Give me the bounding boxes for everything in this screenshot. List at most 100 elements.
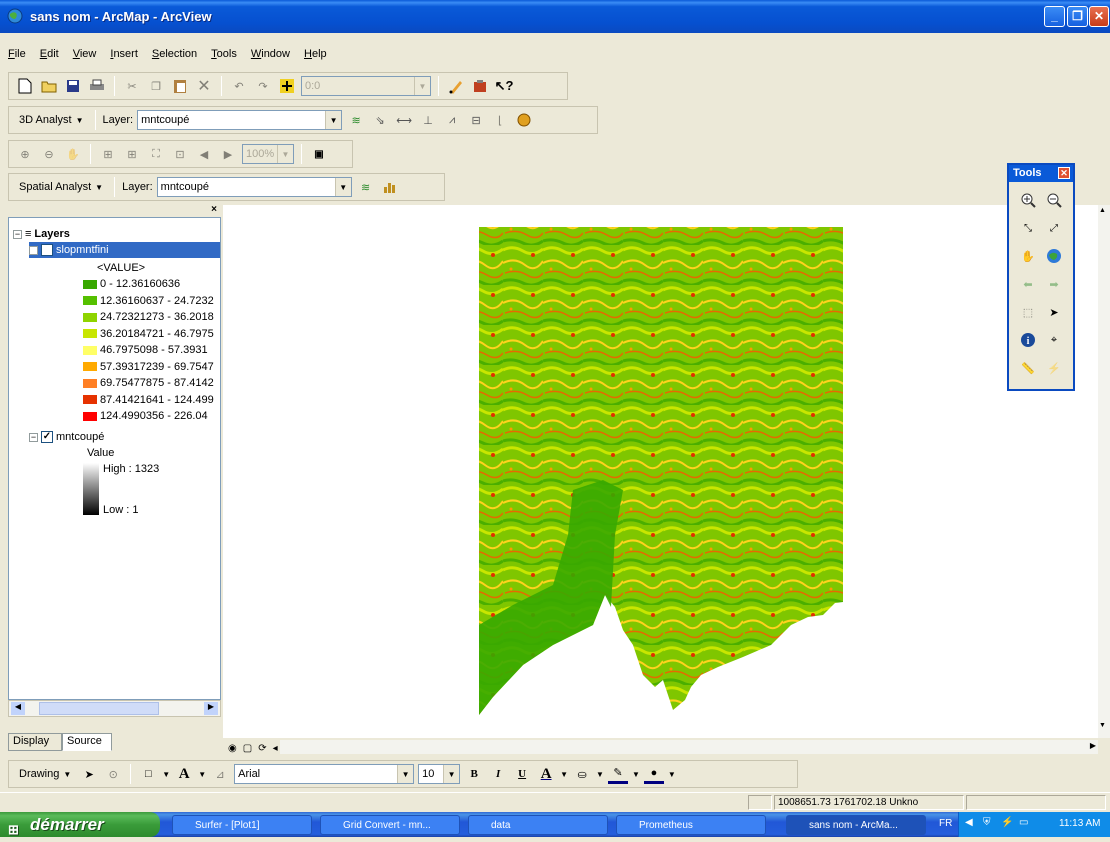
select-pointer-icon[interactable]: ➤ — [79, 764, 99, 784]
minimize-button[interactable]: _ — [1044, 6, 1065, 27]
underline-button[interactable]: U — [512, 764, 532, 784]
legend-class-row[interactable]: 57.39317239 - 69.7547 — [83, 359, 214, 375]
map-horizontal-scrollbar[interactable]: ▶ — [280, 740, 1098, 754]
font-size-dropdown[interactable]: 10 ▼ — [418, 764, 461, 784]
map-scale-dropdown[interactable]: 0:0 ▼ — [301, 76, 431, 96]
line-of-sight-icon[interactable]: ⟷ — [394, 110, 414, 130]
taskbar-item-arcmap[interactable]: sans nom - ArcMa... — [786, 815, 926, 835]
interpolate-line-icon[interactable]: ⩘ — [442, 110, 462, 130]
marker-color-icon[interactable]: ● — [643, 764, 664, 784]
language-indicator[interactable]: FR — [939, 818, 952, 829]
taskbar-item-prometheus[interactable]: Prometheus — [616, 815, 766, 835]
collapse-icon[interactable]: − — [29, 245, 38, 255]
redo-icon[interactable]: ↷ — [253, 76, 273, 96]
cut-icon[interactable]: ✂ — [122, 76, 142, 96]
copy-icon[interactable]: ❐ — [146, 76, 166, 96]
pan-icon[interactable]: ✋ — [1016, 244, 1040, 268]
menu-file[interactable]: File — [6, 46, 28, 66]
print-icon[interactable] — [87, 76, 107, 96]
forward-extent-icon[interactable]: ▶ — [218, 144, 238, 164]
editor-toolbar-icon[interactable] — [446, 76, 466, 96]
line-color-icon[interactable]: ✎ — [607, 764, 628, 784]
window-title-bar[interactable]: sans nom - ArcMap - ArcView _ ❐ ✕ — [0, 0, 1110, 33]
paste-icon[interactable] — [170, 76, 190, 96]
network-icon[interactable]: ⚡ — [1001, 817, 1013, 828]
font-name-dropdown[interactable]: Arial ▼ — [234, 764, 415, 784]
pan-icon[interactable]: ✋ — [63, 144, 83, 164]
taskbar-item-surfer[interactable]: Surfer - [Plot1] — [172, 815, 312, 835]
toc-layer-slopmntfini[interactable]: − ✓ slopmntfini — [29, 242, 220, 258]
font-color-icon[interactable]: A — [536, 764, 556, 784]
toc-close-icon[interactable]: × — [211, 204, 217, 215]
start-button[interactable]: ⊞ démarrer — [0, 812, 160, 837]
arctoolbox-icon[interactable] — [470, 76, 490, 96]
caret-down-icon[interactable]: ▼ — [668, 770, 676, 779]
caret-down-icon[interactable]: ▼ — [632, 770, 640, 779]
menu-view[interactable]: View — [71, 46, 99, 66]
caret-down-icon[interactable]: ▼ — [596, 770, 604, 779]
back-extent-icon[interactable]: ⬅ — [1016, 272, 1040, 296]
select-features-icon[interactable]: ⬚ — [1016, 300, 1040, 324]
zoom-1-1-icon[interactable]: ⊡ — [170, 144, 190, 164]
bold-button[interactable]: B — [464, 764, 484, 784]
3d-analyst-menu[interactable]: 3D Analyst ▼ — [15, 114, 88, 126]
security-shield-icon[interactable]: ⛨ — [983, 817, 991, 828]
layer-visibility-checkbox[interactable]: ✓ — [41, 244, 53, 256]
delete-icon[interactable]: ✕ — [194, 76, 214, 96]
toc-horizontal-scrollbar[interactable]: ◀ ▶ — [8, 700, 221, 717]
zoom-in-icon[interactable] — [1016, 188, 1040, 212]
drawing-menu[interactable]: Drawing ▼ — [15, 768, 75, 780]
contour-icon[interactable]: ≋ — [356, 177, 376, 197]
zoom-percent-dropdown[interactable]: 100% ▼ — [242, 144, 294, 164]
menu-selection[interactable]: Selection — [150, 46, 199, 66]
rectangle-icon[interactable]: □ — [138, 764, 158, 784]
select-elements-icon[interactable]: ➤ — [1042, 300, 1066, 324]
menu-insert[interactable]: Insert — [108, 46, 140, 66]
map-vertical-scrollbar[interactable]: ▲ ▼ — [1098, 205, 1110, 738]
scroll-left-icon[interactable]: ◀ — [11, 702, 25, 715]
full-extent-icon[interactable]: ⛶ — [146, 144, 166, 164]
close-button[interactable]: ✕ — [1089, 6, 1109, 27]
restore-button[interactable]: ❐ — [1067, 6, 1088, 27]
histogram-icon[interactable] — [380, 177, 400, 197]
layer-visibility-checkbox[interactable]: ✓ — [41, 431, 53, 443]
scroll-thumb[interactable] — [39, 702, 159, 715]
layout-view-icon[interactable]: ▢ — [243, 743, 252, 754]
legend-class-row[interactable]: 87.41421641 - 124.499 — [83, 392, 214, 408]
edit-vertices-icon[interactable]: ⊿ — [210, 764, 230, 784]
scroll-right-icon[interactable]: ▶ — [204, 702, 218, 715]
collapse-icon[interactable]: − — [29, 432, 38, 442]
steepest-path-icon[interactable]: ⇘ — [370, 110, 390, 130]
caret-down-icon[interactable]: ▼ — [162, 770, 170, 779]
measure-icon[interactable]: 📏 — [1016, 356, 1040, 380]
identify-icon[interactable]: i — [1016, 328, 1040, 352]
legend-class-row[interactable]: 36.20184721 - 46.7975 — [83, 326, 214, 342]
toc-layer-mntcoupe[interactable]: − ✓ mntcoupé — [29, 429, 104, 445]
legend-class-row[interactable]: 12.36160637 - 24.7232 — [83, 293, 214, 309]
legend-class-row[interactable]: 124.4990356 - 226.04 — [83, 408, 208, 424]
zoom-in-icon[interactable]: ⊕ — [15, 144, 35, 164]
caret-down-icon[interactable]: ▼ — [198, 770, 206, 779]
menu-tools[interactable]: Tools — [209, 46, 239, 66]
find-binoculars-icon[interactable]: ⌖ — [1042, 328, 1066, 352]
legend-class-row[interactable]: 0 - 12.36160636 — [83, 276, 180, 292]
save-icon[interactable] — [63, 76, 83, 96]
spatial-analyst-menu[interactable]: Spatial Analyst ▼ — [15, 181, 107, 193]
menu-window[interactable]: Window — [249, 46, 292, 66]
fixed-zoom-in-icon[interactable]: ⊞ — [98, 144, 118, 164]
full-extent-icon[interactable] — [1042, 244, 1066, 268]
scroll-right-icon[interactable]: ▶ — [1090, 741, 1096, 750]
legend-class-row[interactable]: 24.72321273 - 36.2018 — [83, 309, 214, 325]
profile-graph-icon[interactable]: ⌊ — [490, 110, 510, 130]
interpolate-point-icon[interactable]: ⊥ — [418, 110, 438, 130]
arcscene-icon[interactable] — [514, 110, 534, 130]
tab-source[interactable]: Source — [62, 733, 112, 751]
tab-display[interactable]: Display — [8, 733, 62, 751]
taskbar-item-grid-convert[interactable]: Grid Convert - mn... — [320, 815, 460, 835]
zoom-out-icon[interactable] — [1042, 188, 1066, 212]
collapse-icon[interactable]: − — [13, 229, 22, 239]
new-document-icon[interactable] — [15, 76, 35, 96]
taskbar-item-data[interactable]: data — [468, 815, 608, 835]
interpolate-polygon-icon[interactable]: ⊟ — [466, 110, 486, 130]
open-folder-icon[interactable] — [39, 76, 59, 96]
